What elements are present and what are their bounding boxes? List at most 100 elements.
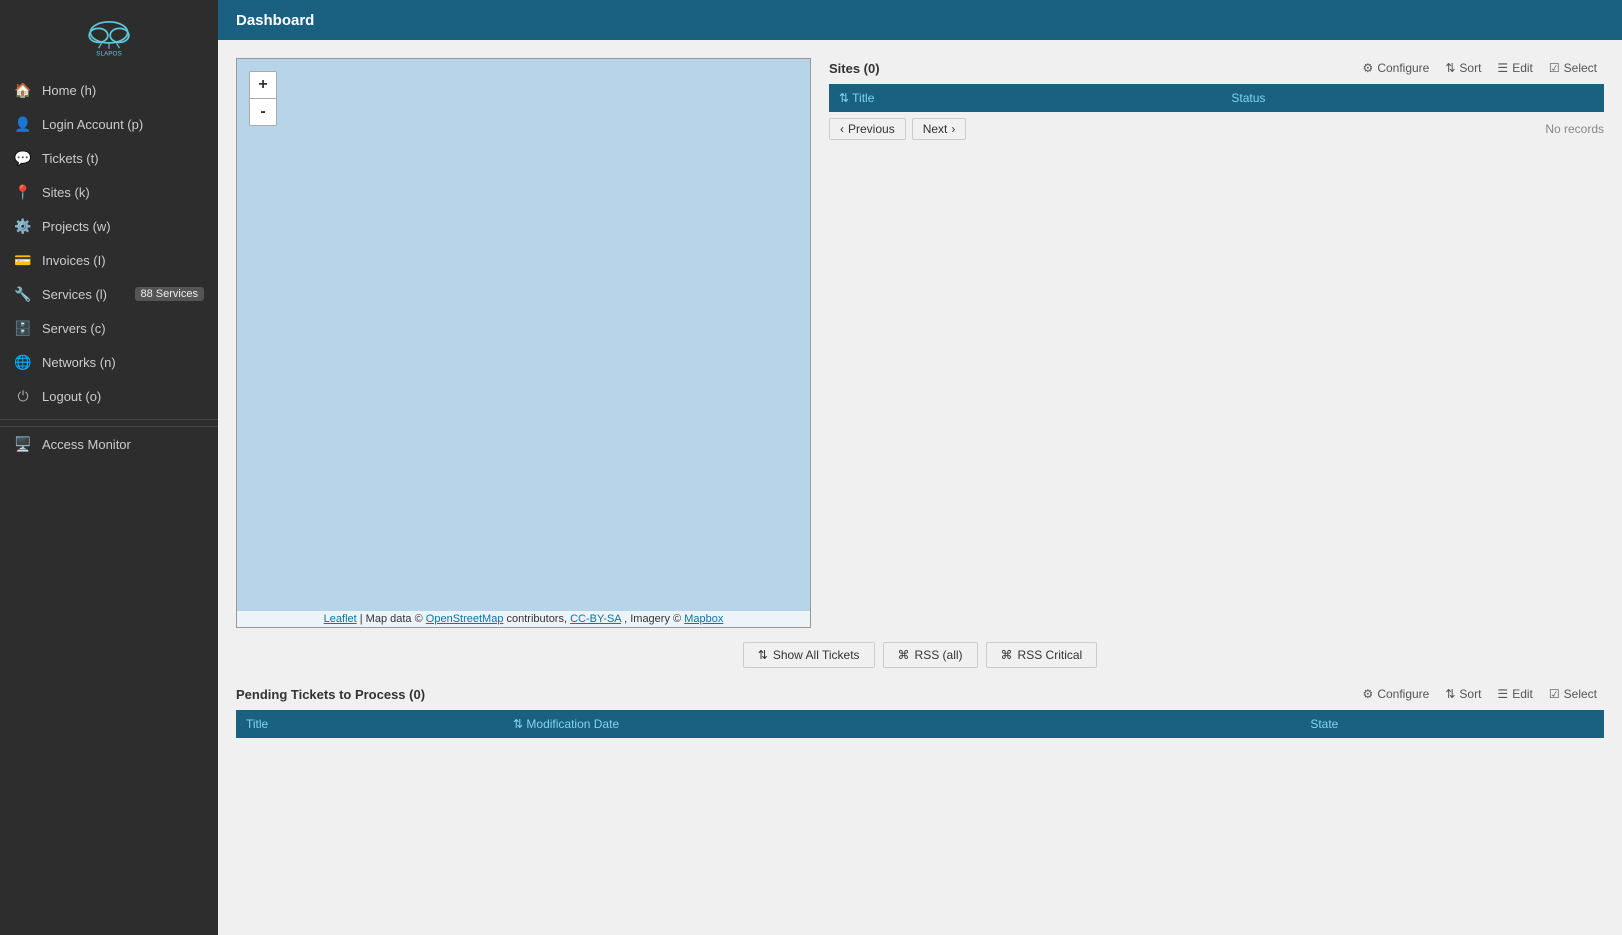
content-area: + - Leaflet | Map data © OpenStreetMap c…: [218, 40, 1622, 935]
osm-link[interactable]: OpenStreetMap: [426, 613, 504, 625]
sites-table: ⇅ Title Status: [829, 84, 1604, 112]
sites-icon: 📍: [14, 183, 32, 201]
sidebar-item-sites[interactable]: 📍 Sites (k): [0, 175, 218, 209]
sidebar-item-projects-label: Projects (w): [42, 219, 111, 234]
pending-title-sort-link[interactable]: Title: [246, 717, 268, 731]
map-container[interactable]: + - Leaflet | Map data © OpenStreetMap c…: [236, 58, 811, 628]
servers-icon: 🗄️: [14, 319, 32, 337]
pending-configure-button[interactable]: ⚙ Configure: [1356, 684, 1437, 704]
pending-tickets-thead: Title ⇅ Modification Date State: [236, 710, 1604, 738]
sidebar-item-invoices[interactable]: 💳 Invoices (I): [0, 243, 218, 277]
sites-select-label: Select: [1564, 61, 1597, 75]
rss-all-label: RSS (all): [915, 648, 963, 662]
sidebar-item-sites-label: Sites (k): [42, 185, 90, 200]
sites-panel-toolbar: ⚙ Configure ⇅ Sort ☰ Edit ☑: [1356, 58, 1604, 78]
sidebar-item-networks[interactable]: 🌐 Networks (n): [0, 345, 218, 379]
sites-title-sort-link[interactable]: ⇅ Title: [839, 91, 874, 105]
pending-tickets-header-row: Title ⇅ Modification Date State: [236, 710, 1604, 738]
tickets-icon: 💬: [14, 149, 32, 167]
pending-col-state: State: [1300, 710, 1604, 738]
sites-table-head: ⇅ Title Status: [829, 84, 1604, 112]
pending-state-sort-link[interactable]: State: [1310, 717, 1338, 731]
pending-configure-icon: ⚙: [1363, 687, 1374, 701]
home-icon: 🏠: [14, 81, 32, 99]
pending-date-sort-link[interactable]: ⇅ Modification Date: [513, 717, 619, 731]
pending-sort-label: Sort: [1459, 687, 1481, 701]
services-icon: 🔧: [14, 285, 32, 303]
pending-select-label: Select: [1564, 687, 1597, 701]
sidebar-item-access-monitor[interactable]: 🖥️ Access Monitor: [0, 426, 218, 461]
sidebar-item-networks-label: Networks (n): [42, 355, 116, 370]
sites-configure-button[interactable]: ⚙ Configure: [1356, 58, 1437, 78]
sites-col-title: ⇅ Title: [829, 84, 1221, 112]
map-zoom-out-button[interactable]: -: [250, 99, 276, 125]
sidebar-item-login-account[interactable]: 👤 Login Account (p): [0, 107, 218, 141]
sites-previous-label: Previous: [848, 122, 895, 136]
sidebar-item-login-label: Login Account (p): [42, 117, 143, 132]
pending-configure-label: Configure: [1377, 687, 1429, 701]
sidebar-item-home[interactable]: 🏠 Home (h): [0, 73, 218, 107]
monitor-icon: 🖥️: [14, 435, 32, 453]
leaflet-link[interactable]: Leaflet: [324, 613, 357, 625]
topbar: Dashboard: [218, 0, 1622, 40]
sites-panel-header: Sites (0) ⚙ Configure ⇅ Sort ☰ Edit: [829, 58, 1604, 78]
sidebar: SLAPOS 🏠 Home (h) 👤 Login Account (p) 💬 …: [0, 0, 218, 935]
sidebar-item-access-monitor-label: Access Monitor: [42, 437, 131, 452]
pending-sort-button[interactable]: ⇅ Sort: [1438, 684, 1488, 704]
next-chevron-icon: ›: [951, 122, 955, 136]
pending-edit-label: Edit: [1512, 687, 1533, 701]
sites-configure-label: Configure: [1377, 61, 1429, 75]
map-zoom-in-button[interactable]: +: [250, 72, 276, 98]
pending-tickets-toolbar: ⚙ Configure ⇅ Sort ☰ Edit ☑ Select: [1356, 684, 1604, 704]
ccbysa-link[interactable]: CC-BY-SA: [570, 613, 621, 625]
sites-status-sort-link[interactable]: Status: [1231, 91, 1265, 105]
prev-chevron-icon: ‹: [840, 122, 844, 136]
map-zoom-controls: + -: [249, 71, 277, 126]
page-title: Dashboard: [236, 12, 314, 29]
sites-panel-title: Sites (0): [829, 61, 1348, 76]
pending-edit-button[interactable]: ☰ Edit: [1490, 684, 1539, 704]
sites-sort-button[interactable]: ⇅ Sort: [1438, 58, 1488, 78]
sites-sort-label: Sort: [1459, 61, 1481, 75]
select-icon: ☑: [1549, 61, 1560, 75]
sidebar-item-logout[interactable]: ⏻ Logout (o): [0, 379, 218, 413]
sites-pagination: ‹ Previous Next › No records: [829, 118, 1604, 140]
sidebar-item-logout-label: Logout (o): [42, 389, 101, 404]
sites-edit-label: Edit: [1512, 61, 1533, 75]
user-icon: 👤: [14, 115, 32, 133]
sites-no-records: No records: [1545, 122, 1604, 136]
logout-icon: ⏻: [14, 387, 32, 405]
rss-all-icon: ⌘: [898, 648, 910, 662]
pending-sort-icon: ⇅: [1445, 687, 1455, 701]
networks-icon: 🌐: [14, 353, 32, 371]
sidebar-nav: 🏠 Home (h) 👤 Login Account (p) 💬 Tickets…: [0, 73, 218, 935]
sites-col-status: Status: [1221, 84, 1604, 112]
services-badge: 88 Services: [135, 287, 204, 301]
logo-area: SLAPOS: [0, 0, 218, 73]
sites-select-button[interactable]: ☑ Select: [1542, 58, 1604, 78]
sites-panel: Sites (0) ⚙ Configure ⇅ Sort ☰ Edit: [829, 58, 1604, 144]
sidebar-item-tickets[interactable]: 💬 Tickets (t): [0, 141, 218, 175]
sites-next-button[interactable]: Next ›: [912, 118, 967, 140]
rss-all-button[interactable]: ⌘ RSS (all): [883, 642, 978, 668]
sidebar-divider: [0, 419, 218, 420]
show-all-tickets-label: Show All Tickets: [773, 648, 860, 662]
sidebar-item-servers[interactable]: 🗄️ Servers (c): [0, 311, 218, 345]
pending-select-button[interactable]: ☑ Select: [1542, 684, 1604, 704]
pending-tickets-table: Title ⇅ Modification Date State: [236, 710, 1604, 738]
sidebar-item-home-label: Home (h): [42, 83, 96, 98]
sidebar-item-services[interactable]: 🔧 Services (l) 88 Services: [0, 277, 218, 311]
slapos-logo: SLAPOS: [74, 14, 144, 59]
edit-icon: ☰: [1497, 61, 1508, 75]
ticket-actions-row: ⇅ Show All Tickets ⌘ RSS (all) ⌘ RSS Cri…: [236, 642, 1604, 668]
tickets-icon-btn: ⇅: [758, 648, 768, 662]
rss-critical-button[interactable]: ⌘ RSS Critical: [986, 642, 1098, 668]
mapbox-link[interactable]: Mapbox: [684, 613, 723, 625]
pending-edit-icon: ☰: [1497, 687, 1508, 701]
rss-critical-label: RSS Critical: [1018, 648, 1083, 662]
show-all-tickets-button[interactable]: ⇅ Show All Tickets: [743, 642, 875, 668]
main-area: Dashboard + - Leaflet | Map data © OpenS…: [218, 0, 1622, 935]
sites-edit-button[interactable]: ☰ Edit: [1490, 58, 1539, 78]
sites-previous-button[interactable]: ‹ Previous: [829, 118, 906, 140]
sidebar-item-projects[interactable]: ⚙️ Projects (w): [0, 209, 218, 243]
